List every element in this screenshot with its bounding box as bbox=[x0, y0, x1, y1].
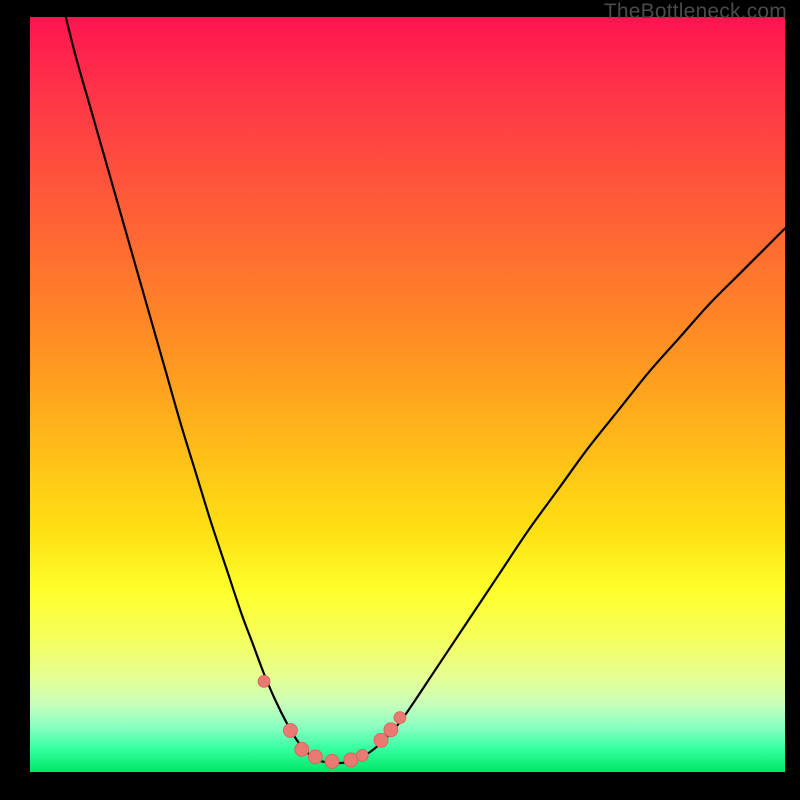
chart-frame: TheBottleneck.com bbox=[0, 0, 800, 800]
curve-marker bbox=[374, 733, 388, 747]
curve-marker bbox=[384, 723, 398, 737]
curve-marker bbox=[344, 753, 358, 767]
curve-marker bbox=[325, 754, 339, 768]
curve-marker bbox=[258, 675, 270, 687]
curve-marker bbox=[394, 712, 406, 724]
curve-marker bbox=[356, 749, 368, 761]
plot-area bbox=[30, 17, 785, 772]
curve-layer bbox=[30, 17, 785, 772]
curve-marker bbox=[295, 742, 309, 756]
marker-layer bbox=[258, 675, 406, 768]
bottleneck-curve bbox=[60, 0, 785, 763]
curve-marker bbox=[308, 750, 322, 764]
curve-marker bbox=[283, 723, 297, 737]
attribution-label: TheBottleneck.com bbox=[604, 0, 787, 24]
